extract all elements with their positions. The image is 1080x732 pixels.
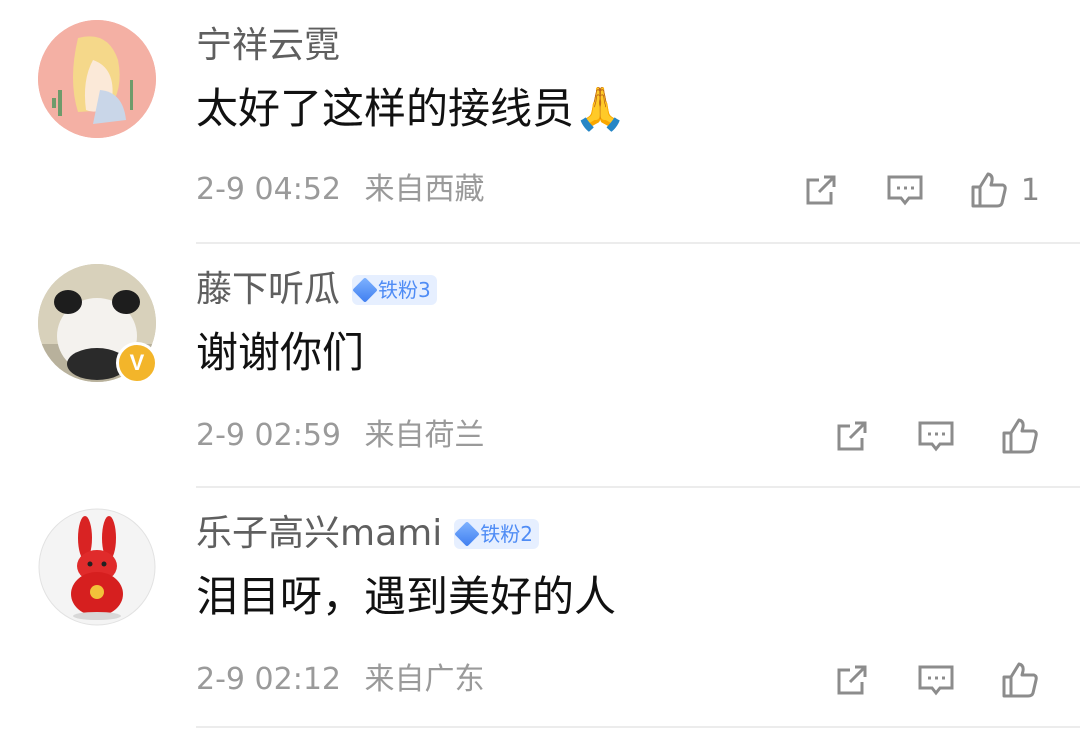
- location: 来自荷兰: [364, 418, 485, 453]
- timestamp: 2-9 04:52: [196, 172, 341, 207]
- like-count: 1: [1020, 172, 1040, 208]
- avatar[interactable]: [38, 20, 156, 138]
- timestamp: 2-9 02:59: [196, 418, 341, 453]
- username[interactable]: 藤下听瓜 铁粉3: [196, 268, 437, 312]
- share-icon: [806, 175, 836, 205]
- reply-button[interactable]: [916, 660, 956, 700]
- username[interactable]: 乐子高兴mami 铁粉2: [196, 512, 539, 556]
- share-icon: [837, 421, 867, 451]
- comment-item: V 藤下听瓜 铁粉3 谢谢你们 2-9 02:59 来自荷兰: [0, 244, 1080, 488]
- fan-badge-label: 铁粉2: [480, 522, 533, 546]
- reply-button[interactable]: [885, 170, 925, 210]
- timestamp: 2-9 02:12: [196, 662, 341, 697]
- username-label[interactable]: 藤下听瓜: [196, 268, 340, 312]
- comment-item: 宁祥云霓 太好了这样的接线员🙏 2-9 04:52 来自西藏 1: [0, 0, 1080, 244]
- comment-actions: 1: [757, 168, 1040, 212]
- comment-icon: [918, 421, 954, 452]
- username-label[interactable]: 宁祥云霓: [196, 24, 340, 68]
- comment-item: 乐子高兴mami 铁粉2 泪目呀，遇到美好的人 2-9 02:12 来自广东: [0, 488, 1080, 732]
- comment-text: 太好了这样的接线员🙏: [196, 84, 627, 133]
- comment-actions: [788, 414, 1040, 458]
- comment-icon: [887, 175, 923, 206]
- location: 来自西藏: [364, 172, 485, 207]
- diamond-icon: [352, 277, 378, 303]
- avatar[interactable]: V: [38, 264, 158, 384]
- comment-meta: 2-9 04:52 来自西藏: [196, 170, 485, 210]
- thumbs-up-icon: [1002, 418, 1038, 454]
- share-button[interactable]: [801, 170, 841, 210]
- fan-badge-label: 铁粉3: [378, 278, 431, 302]
- location: 来自广东: [364, 662, 485, 697]
- thumbs-up-icon: [1002, 662, 1038, 698]
- share-button[interactable]: [832, 416, 872, 456]
- red-rabbit-avatar-icon: [38, 508, 156, 626]
- share-icon: [837, 665, 867, 695]
- reply-button[interactable]: [916, 416, 956, 456]
- like-button[interactable]: [1000, 660, 1040, 700]
- like-button[interactable]: [1000, 416, 1040, 456]
- username[interactable]: 宁祥云霓: [196, 24, 340, 68]
- avatar[interactable]: [38, 508, 156, 626]
- verified-badge-icon: V: [116, 342, 158, 384]
- comment-text: 泪目呀，遇到美好的人: [196, 572, 617, 621]
- diamond-icon: [454, 521, 480, 547]
- fan-badge[interactable]: 铁粉2: [454, 519, 539, 549]
- like-button[interactable]: 1: [969, 170, 1040, 210]
- comment-actions: [788, 658, 1040, 702]
- comment-text: 谢谢你们: [196, 328, 365, 377]
- thumbs-up-icon: [971, 172, 1007, 208]
- username-label[interactable]: 乐子高兴mami: [196, 512, 442, 556]
- comment-meta: 2-9 02:59 来自荷兰: [196, 416, 485, 456]
- girl-illustration-avatar-icon: [38, 20, 156, 138]
- fan-badge[interactable]: 铁粉3: [352, 275, 437, 305]
- comment-meta: 2-9 02:12 来自广东: [196, 660, 485, 700]
- comment-icon: [918, 665, 954, 696]
- share-button[interactable]: [832, 660, 872, 700]
- divider: [196, 726, 1080, 728]
